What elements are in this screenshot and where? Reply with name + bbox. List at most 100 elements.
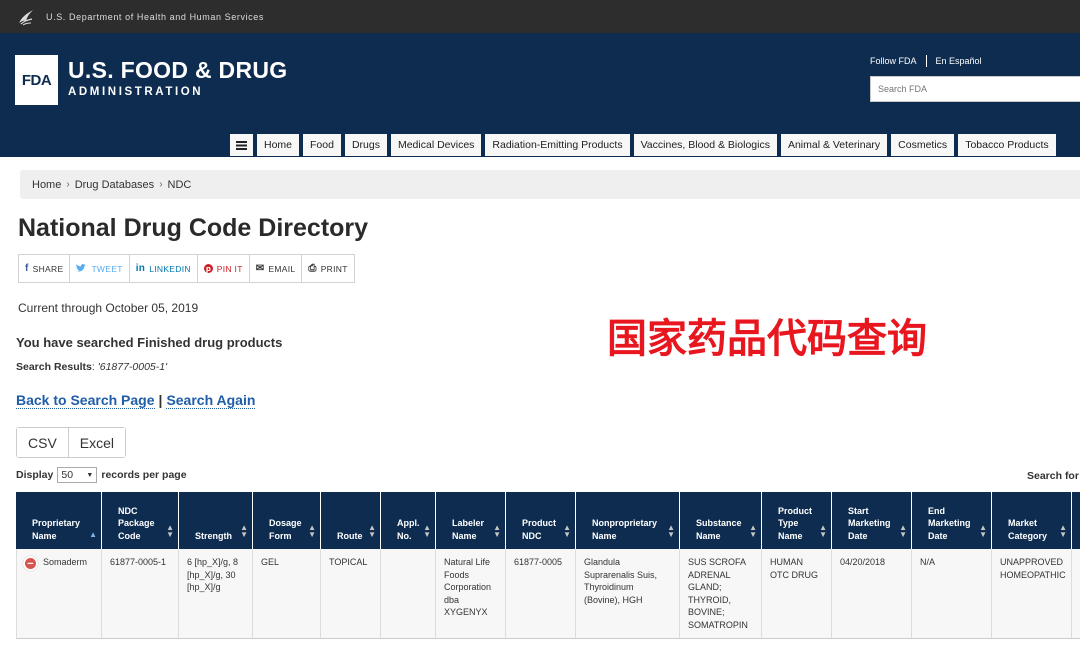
- col-nonproprietary-name[interactable]: Nonproprietary Name ▲ ▼: [576, 492, 680, 549]
- share-twitter-label: TWEET: [91, 263, 123, 274]
- col-route[interactable]: Route ▲ ▼: [321, 492, 381, 549]
- search-again-link[interactable]: Search Again: [166, 392, 256, 409]
- hhs-banner: U.S. Department of Health and Human Serv…: [0, 0, 1080, 33]
- cell-ndc-package-code: 61877-0005-1: [102, 549, 179, 638]
- collapse-row-icon[interactable]: −: [23, 556, 38, 571]
- share-facebook-button[interactable]: f SHARE: [19, 255, 71, 282]
- sort-icon: ▲ ▼: [423, 523, 431, 539]
- sort-icon: ▲ ▼: [749, 523, 757, 539]
- hamburger-icon: [236, 140, 247, 150]
- share-bar: f SHARE TWEET in LINKEDIN p PIN IT ✉ EMA…: [18, 254, 355, 283]
- breadcrumb-ndc: NDC: [167, 178, 192, 191]
- col-ndc-package-code[interactable]: NDC Package Code ▲ ▼: [102, 492, 179, 549]
- cell-route: TOPICAL: [321, 549, 381, 638]
- cell-proprietary-name: − Somaderm: [17, 549, 102, 638]
- col-start-marketing-date[interactable]: Start Marketing Date ▲ ▼: [832, 492, 912, 549]
- page-title: National Drug Code Directory: [18, 214, 369, 242]
- search-fda-input[interactable]: [870, 76, 1080, 102]
- cell-product-type-name: HUMAN OTC DRUG: [762, 549, 832, 638]
- results-table: Proprietary Name ▲ NDC Package Code ▲ ▼ Str…: [16, 492, 1080, 639]
- cell-dosage-form: GEL: [253, 549, 321, 638]
- sort-icon: ▲ ▼: [1059, 523, 1067, 539]
- breadcrumb-drug-databases[interactable]: Drug Databases: [75, 179, 155, 191]
- col-labeler-name[interactable]: Labeler Name ▲ ▼: [436, 492, 506, 549]
- share-pinterest-button[interactable]: p PIN IT: [198, 255, 250, 282]
- nav-item-food[interactable]: Food: [302, 133, 342, 157]
- site-header: FDA U.S. FOOD & DRUG ADMINISTRATION Foll…: [0, 33, 1080, 157]
- back-to-search-link[interactable]: Back to Search Page: [16, 392, 155, 409]
- hhs-banner-text[interactable]: U.S. Department of Health and Human Serv…: [46, 12, 264, 22]
- sort-icon: ▲ ▼: [308, 523, 316, 539]
- share-linkedin-button[interactable]: in LINKEDIN: [130, 255, 198, 282]
- sort-icon: ▲ ▼: [563, 523, 571, 539]
- share-email-label: EMAIL: [268, 263, 296, 274]
- records-per-page-select[interactable]: 50 ▼: [57, 467, 98, 483]
- excel-button[interactable]: Excel: [68, 428, 126, 457]
- search-links: Back to Search Page | Search Again: [16, 392, 256, 409]
- proprietary-name-link[interactable]: Somaderm: [43, 556, 87, 569]
- svg-text:p: p: [206, 265, 211, 273]
- site-title[interactable]: U.S. FOOD & DRUG: [68, 57, 287, 84]
- breadcrumb-home[interactable]: Home: [32, 179, 61, 191]
- search-results-label: Search Results: [16, 361, 92, 373]
- sort-icon: ▲ ▼: [240, 523, 248, 539]
- share-pinterest-label: PIN IT: [216, 263, 243, 274]
- col-substance-name[interactable]: Substance Name ▲ ▼: [680, 492, 762, 549]
- sort-icon: ▲ ▼: [979, 523, 987, 539]
- sort-icon: ▲ ▼: [166, 523, 174, 539]
- search-results-line: Search Results: '61877-0005-1': [16, 361, 168, 373]
- col-product-ndc[interactable]: Product NDC ▲ ▼: [506, 492, 576, 549]
- share-twitter-button[interactable]: TWEET: [70, 255, 130, 282]
- col-end-marketing-date[interactable]: End Marketing Date ▲ ▼: [912, 492, 992, 549]
- display-label: Display: [16, 469, 54, 481]
- print-icon: ⎙: [308, 263, 317, 274]
- en-espanol-link[interactable]: En Español: [936, 56, 982, 66]
- cell-strength: 6 [hp_X]/g, 8 [hp_X]/g, 30 [hp_X]/g: [179, 549, 253, 638]
- nav-item-tobacco[interactable]: Tobacco Products: [957, 133, 1057, 157]
- menu-button[interactable]: [229, 133, 254, 157]
- pinterest-icon: p: [203, 264, 213, 273]
- hhs-eagle-icon: [19, 9, 33, 25]
- searched-heading: You have searched Finished drug products: [16, 335, 283, 350]
- breadcrumb: Home › Drug Databases › NDC: [20, 170, 1080, 199]
- share-linkedin-label: LINKEDIN: [149, 263, 191, 274]
- col-product-type-name[interactable]: Product Type Name ▲ ▼: [762, 492, 832, 549]
- site-subtitle: ADMINISTRATION: [68, 86, 204, 98]
- linkedin-icon: in: [135, 263, 146, 274]
- utility-divider: [925, 55, 927, 67]
- nav-item-drugs[interactable]: Drugs: [343, 133, 388, 157]
- cell-market-category: UNAPPROVED HOMEOPATHIC: [992, 549, 1072, 638]
- table-row: − Somaderm 61877-0005-1 6 [hp_X]/g, 8 [h…: [16, 549, 1080, 639]
- col-dosage-form[interactable]: Dosage Form ▲ ▼: [253, 492, 321, 549]
- col-strength[interactable]: Strength ▲ ▼: [179, 492, 253, 549]
- fda-logo[interactable]: FDA: [15, 55, 58, 105]
- nav-item-medical-devices[interactable]: Medical Devices: [389, 133, 483, 157]
- cell-labeler-name: Natural Life Foods Corporation dba XYGEN…: [436, 549, 506, 638]
- email-icon: ✉: [255, 263, 265, 274]
- nav-item-radiation-emitting[interactable]: Radiation-Emitting Products: [484, 133, 631, 157]
- col-appl-no[interactable]: Appl. No. ▲ ▼: [381, 492, 436, 549]
- table-header-row: Proprietary Name ▲ NDC Package Code ▲ ▼ Str…: [16, 492, 1080, 549]
- follow-fda-link[interactable]: Follow FDA: [870, 56, 917, 66]
- records-per-page-label: records per page: [101, 469, 187, 481]
- cell-start-marketing-date: 04/20/2018: [832, 549, 912, 638]
- nav-item-animal-veterinary[interactable]: Animal & Veterinary: [779, 133, 889, 157]
- records-per-page: Display 50 ▼ records per page: [16, 467, 187, 483]
- overlay-caption: 国家药品代码查询: [607, 317, 927, 361]
- share-email-button[interactable]: ✉ EMAIL: [250, 255, 303, 282]
- cell-end-marketing-date: N/A: [912, 549, 992, 638]
- col-market-category[interactable]: Market Category ▲ ▼: [992, 492, 1072, 549]
- share-print-button[interactable]: ⎙ PRINT: [302, 255, 353, 282]
- nav-item-home[interactable]: Home: [256, 133, 301, 157]
- nav-item-vaccines[interactable]: Vaccines, Blood & Biologics: [632, 133, 778, 157]
- sort-icon: ▲ ▼: [368, 523, 376, 539]
- facebook-icon: f: [25, 263, 29, 274]
- csv-button[interactable]: CSV: [17, 428, 69, 457]
- cell-product-ndc: 61877-0005: [506, 549, 576, 638]
- cell-nonproprietary-name: Glandula Suprarenalis Suis, Thyroidinum …: [576, 549, 680, 638]
- col-proprietary-name[interactable]: Proprietary Name ▲: [16, 492, 102, 549]
- nav-item-cosmetics[interactable]: Cosmetics: [890, 133, 956, 157]
- share-facebook-label: SHARE: [32, 263, 64, 274]
- main-nav: Home Food Drugs Medical Devices Radiatio…: [229, 133, 1059, 157]
- records-per-page-value: 50: [61, 469, 74, 481]
